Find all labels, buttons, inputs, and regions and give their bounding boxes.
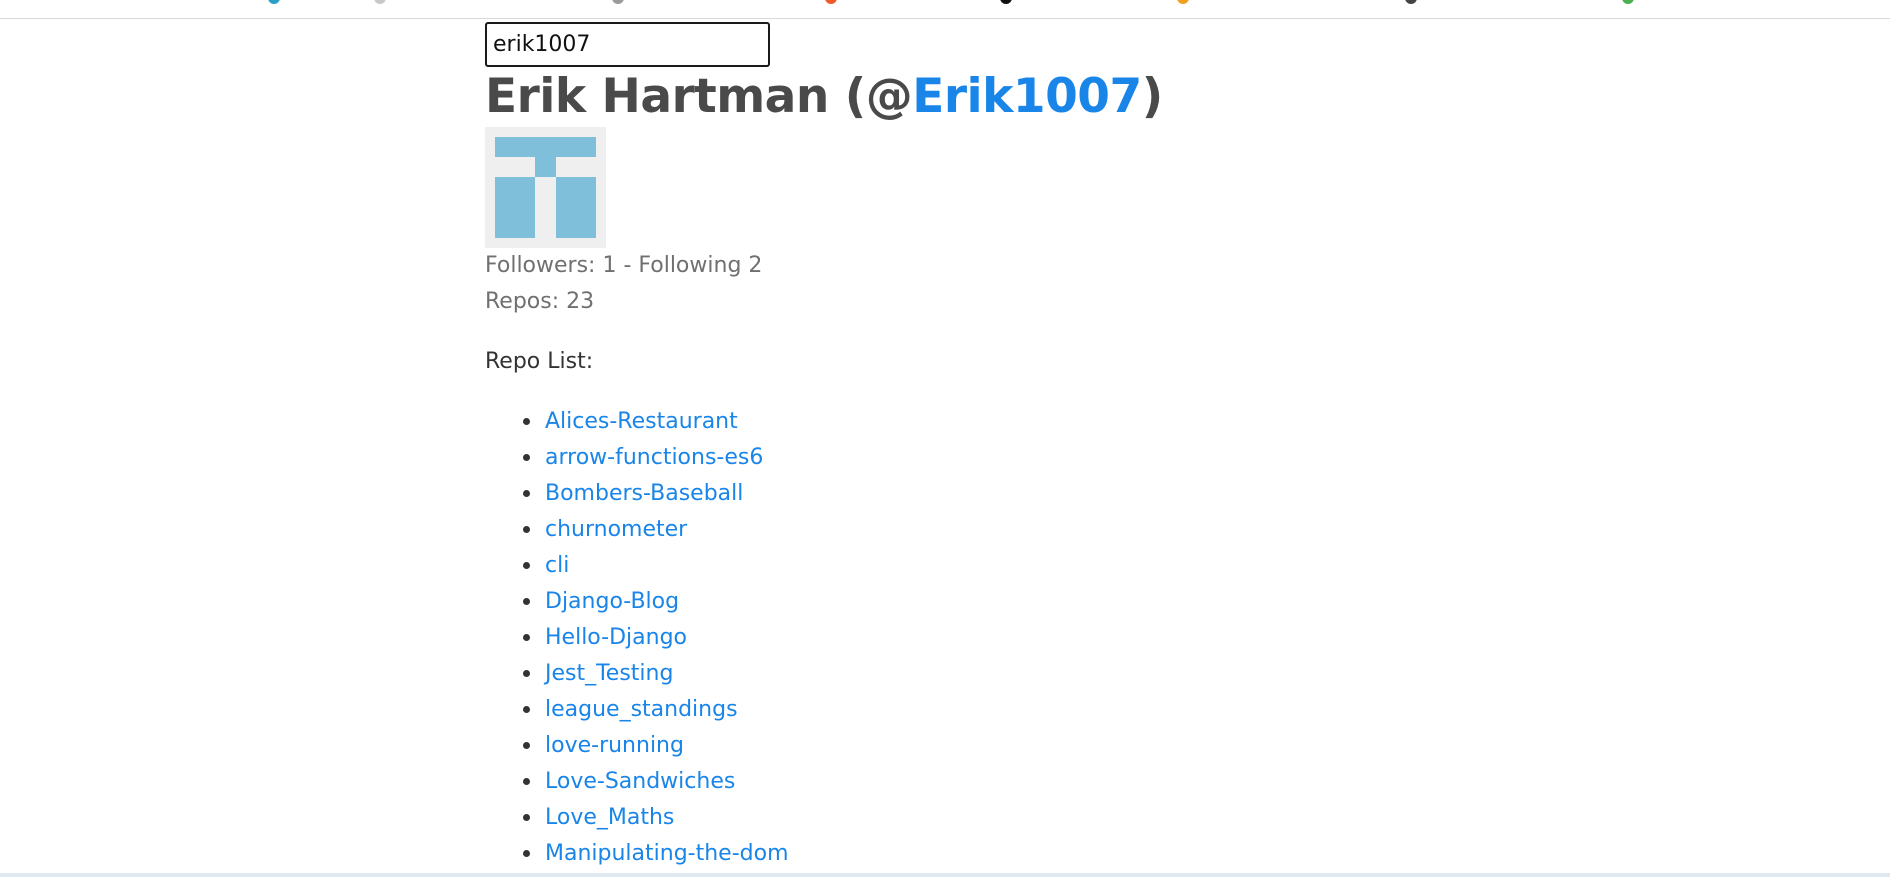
identicon-avatar-icon bbox=[485, 126, 606, 248]
bullet-icon bbox=[523, 417, 530, 425]
repo-list-item: Hello-Django bbox=[485, 620, 1385, 656]
bookmark-icon[interactable] bbox=[268, 0, 280, 4]
repo-list-item: cli bbox=[485, 548, 1385, 584]
repo-list-item: Love-Sandwiches bbox=[485, 764, 1385, 800]
repo-list-item: arrow-functions-es6 bbox=[485, 440, 1385, 476]
bullet-icon bbox=[523, 489, 530, 497]
followers-following-text: Followers: 1 - Following 2 bbox=[485, 252, 763, 278]
repo-list-heading: Repo List: bbox=[485, 348, 594, 374]
bullet-icon bbox=[523, 633, 530, 641]
repo-list-item: churnometer bbox=[485, 512, 1385, 548]
bookmark-icon[interactable] bbox=[1622, 0, 1634, 4]
username-search-input[interactable] bbox=[485, 22, 770, 67]
repo-list-item: Alices-Restaurant bbox=[485, 404, 1385, 440]
profile-title: Erik Hartman (@Erik1007) bbox=[485, 71, 1385, 123]
repo-link[interactable]: league_standings bbox=[545, 697, 738, 722]
bookmark-icon[interactable] bbox=[374, 0, 386, 4]
repo-link[interactable]: love-running bbox=[545, 733, 684, 758]
browser-bookmark-strip bbox=[0, 0, 1890, 19]
repo-link[interactable]: churnometer bbox=[545, 517, 687, 542]
repo-list: Alices-Restaurant arrow-functions-es6 Bo… bbox=[485, 404, 1385, 872]
bullet-icon bbox=[523, 813, 530, 821]
bookmark-icon[interactable] bbox=[1000, 0, 1012, 4]
repo-link[interactable]: Love-Sandwiches bbox=[545, 769, 735, 794]
repo-link[interactable]: cli bbox=[545, 553, 569, 578]
bullet-icon bbox=[523, 525, 530, 533]
repo-list-item: love-running bbox=[485, 728, 1385, 764]
repo-link[interactable]: Alices-Restaurant bbox=[545, 409, 738, 434]
repo-link[interactable]: Jest_Testing bbox=[545, 661, 673, 686]
repo-link[interactable]: Manipulating-the-dom bbox=[545, 841, 789, 866]
bullet-icon bbox=[523, 561, 530, 569]
repo-list-item: Jest_Testing bbox=[485, 656, 1385, 692]
bookmark-icon[interactable] bbox=[825, 0, 837, 4]
repo-list-item: league_standings bbox=[485, 692, 1385, 728]
profile-name-prefix: Erik Hartman (@ bbox=[485, 69, 913, 124]
bullet-icon bbox=[523, 453, 530, 461]
repo-list-item: Manipulating-the-dom bbox=[485, 836, 1385, 872]
repo-link[interactable]: Django-Blog bbox=[545, 589, 679, 614]
bookmark-icon[interactable] bbox=[1177, 0, 1189, 4]
repo-link[interactable]: Hello-Django bbox=[545, 625, 687, 650]
taskbar-edge bbox=[0, 873, 1890, 877]
repo-link[interactable]: Love_Maths bbox=[545, 805, 674, 830]
repo-link[interactable]: arrow-functions-es6 bbox=[545, 445, 763, 470]
bullet-icon bbox=[523, 597, 530, 605]
repo-list-item: Bombers-Baseball bbox=[485, 476, 1385, 512]
bullet-icon bbox=[523, 705, 530, 713]
repo-list-item: Love_Maths bbox=[485, 800, 1385, 836]
profile-page: Erik Hartman (@Erik1007) Followers: 1 - … bbox=[485, 22, 1385, 872]
profile-name-suffix: ) bbox=[1141, 69, 1163, 124]
repos-count-text: Repos: 23 bbox=[485, 288, 595, 314]
repo-list-item: Django-Blog bbox=[485, 584, 1385, 620]
bullet-icon bbox=[523, 777, 530, 785]
username-link[interactable]: Erik1007 bbox=[912, 69, 1142, 124]
repo-link[interactable]: Bombers-Baseball bbox=[545, 481, 743, 506]
bookmark-icon[interactable] bbox=[1405, 0, 1417, 4]
bullet-icon bbox=[523, 741, 530, 749]
bookmark-icon[interactable] bbox=[612, 0, 624, 4]
bullet-icon bbox=[523, 669, 530, 677]
bullet-icon bbox=[523, 849, 530, 857]
